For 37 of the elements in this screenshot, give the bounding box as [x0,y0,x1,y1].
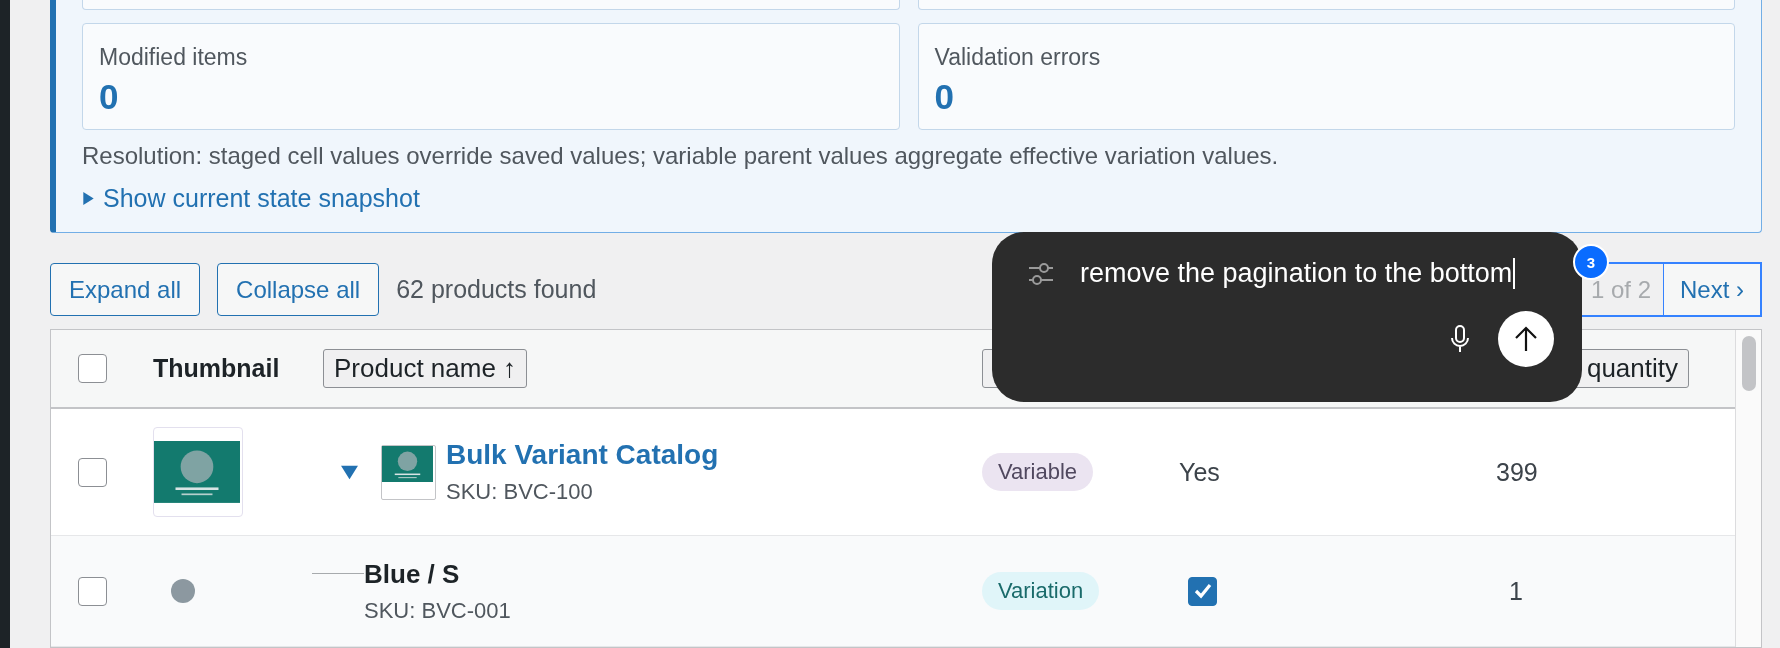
stock-value: 399 [1496,457,1539,487]
resolution-note: Resolution: staged cell values override saved values; variable parent values aggregate effective variation values. [82,142,1280,170]
row-checkbox[interactable] [78,576,107,606]
disclosure-triangle-icon [82,192,95,205]
type-tag: Variation [982,572,1100,610]
comment-badge[interactable]: 3 [1572,244,1609,280]
product-name-link[interactable]: Bulk Variant Catalog [446,439,719,471]
next-page-button[interactable]: Next › [1663,264,1760,315]
collapse-all-button[interactable]: Collapse all [217,263,380,316]
microphone-icon[interactable] [1450,325,1470,353]
send-button[interactable] [1498,311,1554,367]
stat-label: Validation errors [934,44,1102,71]
sort-button[interactable]: Product name ↑ [323,349,528,388]
prompt-input[interactable]: remove the pagination to the bottom [1080,258,1516,289]
expand-all-button[interactable]: Expand all [50,263,201,316]
checkmark-icon [1193,583,1212,599]
up-arrow-icon [1513,325,1539,353]
stat-label: Modified items [99,44,249,71]
snapshot-toggle[interactable]: Show current state snapshot [82,184,1735,213]
sliders-icon [1028,261,1054,286]
column-header: Thumbnail [152,354,281,383]
select-all-checkbox[interactable] [78,354,107,383]
results-count: 62 products found [396,275,597,304]
tree-connector-line [312,572,364,574]
featured-value: Yes [1179,457,1221,487]
sku-text: SKU: BVC-001 [364,597,511,624]
sku-text: SKU: BVC-100 [446,479,594,505]
placeholder-dot-icon [171,579,195,603]
stat-value: 0 [99,79,120,114]
featured-checkbox[interactable] [1188,576,1217,606]
type-tag: Variable [982,453,1094,491]
stat-value: 0 [934,79,955,114]
scrollbar-thumb[interactable] [1741,336,1756,391]
stock-value: 1 [1509,576,1524,606]
variation-name: Blue / S [364,558,461,590]
expand-toggle-icon[interactable] [341,463,358,481]
row-checkbox[interactable] [78,457,107,487]
